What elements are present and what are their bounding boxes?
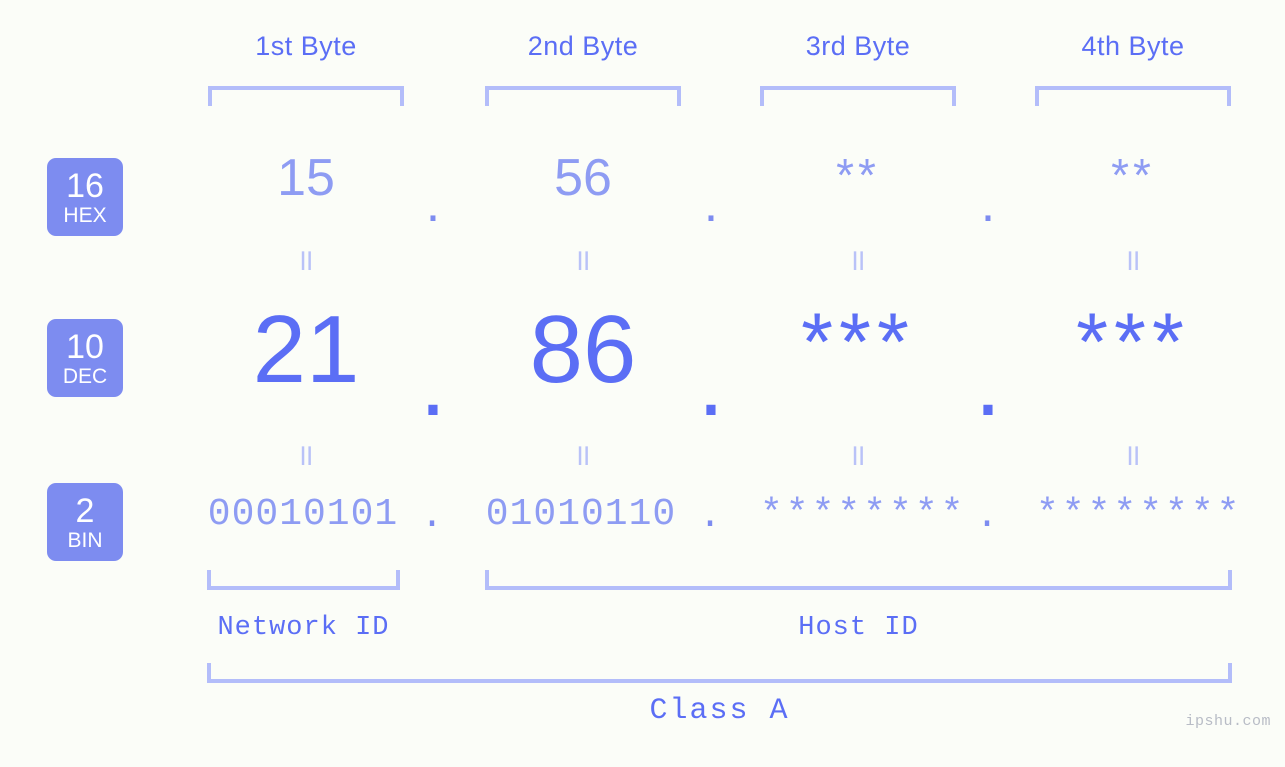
hex-separator-1: . xyxy=(425,175,441,233)
ip-byte-diagram: 1st Byte 2nd Byte 3rd Byte 4th Byte 16 H… xyxy=(0,0,1285,767)
base-badge-bin: 2 BIN xyxy=(47,483,123,561)
dec-separator-1: . xyxy=(419,329,447,436)
equals-dec-bin-2: ॥ xyxy=(573,439,593,472)
bin-byte-3: ******** xyxy=(760,493,967,536)
base-badge-bin-name: BIN xyxy=(67,528,103,552)
bin-separator-2: . xyxy=(698,495,722,538)
byte-bracket-top-1 xyxy=(208,86,404,106)
host-id-bracket xyxy=(485,570,1232,590)
byte-header-2: 2nd Byte xyxy=(527,31,639,61)
byte-bracket-top-3 xyxy=(760,86,956,106)
class-label: Class A xyxy=(649,694,790,728)
hex-byte-4: ** xyxy=(1111,149,1155,201)
network-id-bracket xyxy=(207,570,400,590)
hex-byte-1: 15 xyxy=(277,149,335,207)
base-badge-dec-number: 10 xyxy=(66,327,104,366)
bin-separator-1: . xyxy=(420,495,444,538)
bin-byte-4: ******** xyxy=(1036,493,1243,536)
byte-bracket-top-4 xyxy=(1035,86,1231,106)
hex-separator-3: . xyxy=(980,175,996,233)
byte-header-3: 3rd Byte xyxy=(805,31,911,61)
bin-byte-2: 01010110 xyxy=(485,493,677,536)
host-id-label: Host ID xyxy=(798,613,919,643)
base-badge-hex-name: HEX xyxy=(63,203,107,227)
base-badge-dec: 10 DEC xyxy=(47,319,123,397)
equals-hex-dec-1: ॥ xyxy=(296,244,316,277)
equals-dec-bin-4: ॥ xyxy=(1123,439,1143,472)
network-id-label: Network ID xyxy=(217,613,390,643)
bin-separator-3: . xyxy=(975,495,999,538)
hex-byte-3: ** xyxy=(836,149,880,201)
site-watermark: ipshu.com xyxy=(1185,713,1271,730)
hex-separator-2: . xyxy=(703,175,719,233)
dec-byte-3: *** xyxy=(801,297,915,388)
bin-byte-1: 00010101 xyxy=(207,493,399,536)
equals-hex-dec-3: ॥ xyxy=(848,244,868,277)
equals-hex-dec-2: ॥ xyxy=(573,244,593,277)
hex-byte-2: 56 xyxy=(554,149,612,207)
byte-header-4: 4th Byte xyxy=(1081,31,1185,61)
dec-byte-1: 21 xyxy=(252,296,360,403)
base-badge-bin-number: 2 xyxy=(75,491,95,530)
byte-header-1: 1st Byte xyxy=(255,31,357,61)
equals-hex-dec-4: ॥ xyxy=(1123,244,1143,277)
dec-byte-4: *** xyxy=(1076,297,1190,388)
dec-byte-2: 86 xyxy=(529,296,637,403)
base-badge-hex-number: 16 xyxy=(66,166,104,205)
equals-dec-bin-3: ॥ xyxy=(848,439,868,472)
dec-separator-2: . xyxy=(697,329,725,436)
base-badge-dec-name: DEC xyxy=(62,364,108,388)
equals-dec-bin-1: ॥ xyxy=(296,439,316,472)
class-bracket xyxy=(207,663,1232,683)
dec-separator-3: . xyxy=(974,329,1002,436)
base-badge-hex: 16 HEX xyxy=(47,158,123,236)
byte-bracket-top-2 xyxy=(485,86,681,106)
